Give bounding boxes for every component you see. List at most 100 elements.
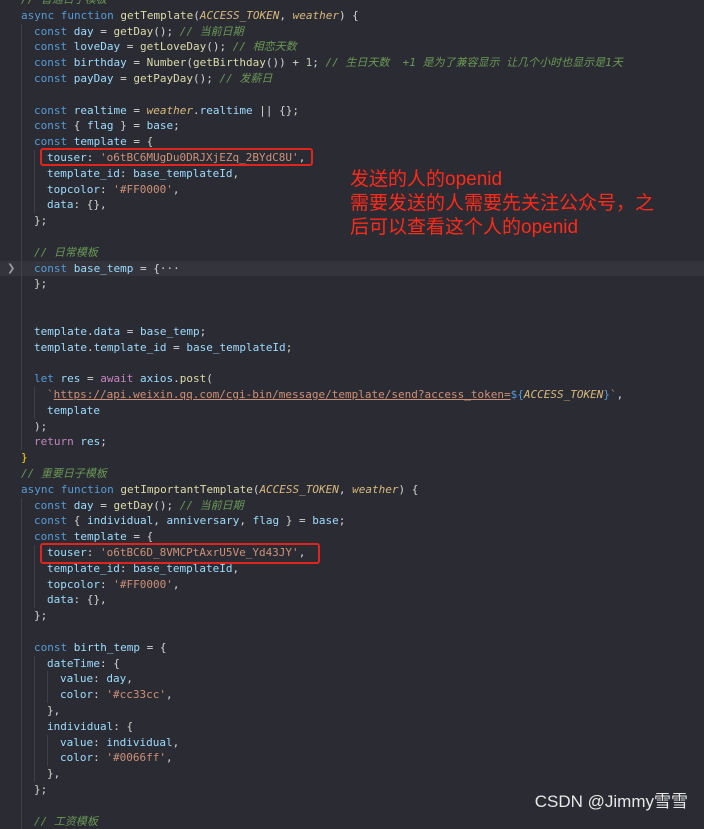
code-token: ; <box>338 514 346 528</box>
code-editor[interactable]: // 普通日子模板async function getTemplate(ACCE… <box>0 0 704 829</box>
code-token: res <box>80 435 101 449</box>
indent-guide <box>21 355 22 372</box>
code-line[interactable]: ❯ const base_temp = {··· <box>0 260 704 277</box>
code-line[interactable]: } <box>0 450 704 466</box>
code-line[interactable]: template.data = base_temp; <box>0 323 704 340</box>
code-line[interactable]: // 重要日子模板 <box>0 466 704 482</box>
code-token: weather <box>292 8 339 22</box>
code-line[interactable]: }, <box>0 703 704 719</box>
fold-chevron-icon[interactable]: ❯ <box>7 261 15 277</box>
code-line[interactable]: return res; <box>0 434 704 451</box>
indent-guide <box>21 624 22 640</box>
code-line[interactable] <box>0 292 704 308</box>
code-token: const <box>34 640 74 654</box>
code-line[interactable]: const payDay = getPayDay(); // 发薪日 <box>0 71 704 87</box>
code-token: value <box>60 672 94 686</box>
code-token: base_temp <box>139 324 200 338</box>
code-token: . <box>86 324 94 338</box>
code-line[interactable]: ); <box>0 418 704 435</box>
code-token: https://api.weixin.qq.com/cgi-bin/messag… <box>53 388 511 401</box>
code-line[interactable]: value: day, <box>0 671 704 688</box>
code-line[interactable]: }, <box>0 766 704 782</box>
code-line[interactable] <box>0 308 704 324</box>
code-line[interactable]: let res = await axios.post( <box>0 371 704 387</box>
code-line[interactable]: template <box>0 402 704 419</box>
code-token: , <box>616 388 624 401</box>
code-line[interactable]: const { individual, anniversary, flag } … <box>0 513 704 530</box>
annotation-line-1: 发送的人的openid <box>350 169 503 190</box>
code-token: const <box>34 514 74 528</box>
code-line[interactable]: individual: { <box>0 718 704 735</box>
indent-guide <box>21 387 22 403</box>
code-line[interactable]: value: individual, <box>0 734 704 751</box>
code-line[interactable]: async function getImportantTemplate(ACCE… <box>0 482 704 498</box>
code-line[interactable]: const { flag } = base; <box>0 118 704 135</box>
indent-guide <box>34 671 35 688</box>
code-text: topcolor: '#FF0000', <box>47 577 179 593</box>
code-line[interactable]: color: '#cc33cc', <box>0 687 704 703</box>
indent-guide <box>21 560 22 577</box>
code-token: }, <box>47 704 61 717</box>
code-line[interactable]: dateTime: { <box>0 655 704 672</box>
code-line[interactable]: const day = getDay(); // 当前日期 <box>0 23 704 40</box>
code-line[interactable]: topcolor: '#FF0000', <box>0 576 704 593</box>
code-line[interactable]: // 普通日子模板 <box>0 0 704 8</box>
code-token: ; <box>100 435 107 449</box>
code-token: , <box>279 8 293 22</box>
indent-guide <box>21 545 22 561</box>
indent-guide <box>21 718 22 735</box>
indent-guide <box>21 339 22 356</box>
code-token: birth_temp <box>73 640 140 654</box>
code-token: ` <box>609 388 617 401</box>
code-line[interactable]: }; <box>0 608 704 624</box>
code-line[interactable]: async function getTemplate(ACCESS_TOKEN,… <box>0 8 704 24</box>
indent-guide <box>34 687 35 703</box>
code-token: loveDay <box>73 40 121 54</box>
code-token: ACCESS_TOKEN <box>523 388 604 401</box>
code-text: dateTime: { <box>47 656 120 672</box>
code-line[interactable]: const birthday = Number(getBirthday()) +… <box>0 55 704 71</box>
code-token: , <box>126 672 133 686</box>
code-line[interactable]: data: {}, <box>0 592 704 609</box>
indent-guide <box>21 150 22 166</box>
code-line[interactable]: const birth_temp = { <box>0 639 704 656</box>
code-token: const <box>34 40 74 54</box>
code-line[interactable]: }; <box>0 276 704 293</box>
code-text: let res = await axios.post( <box>34 371 213 387</box>
code-token: color <box>60 751 94 765</box>
code-token: individual <box>47 719 114 733</box>
code-line[interactable]: template.template_id = base_templateId; <box>0 339 704 356</box>
indent-guide <box>21 165 22 182</box>
code-token: const <box>34 24 74 38</box>
indent-guide <box>21 434 22 451</box>
code-token: topcolor <box>47 182 100 196</box>
code-token: Number <box>146 56 187 70</box>
code-token: await <box>100 372 140 386</box>
code-token: : {}, <box>73 593 107 607</box>
indent-guide <box>21 529 22 545</box>
code-token: const <box>34 103 74 117</box>
code-line[interactable]: // 日常模板 <box>0 244 704 261</box>
code-text: data: {}, <box>47 197 107 213</box>
code-text: } <box>21 450 28 466</box>
code-line[interactable] <box>0 355 704 372</box>
code-token: '#FF0000' <box>113 182 173 196</box>
code-token: : <box>93 751 107 765</box>
code-line[interactable] <box>0 624 704 640</box>
code-line[interactable]: // 工资模板 <box>0 813 704 829</box>
code-line[interactable]: const realtime = weather.realtime || {}; <box>0 102 704 119</box>
code-line[interactable]: const day = getDay(); // 当前日期 <box>0 497 704 514</box>
code-text: const birth_temp = { <box>34 640 166 656</box>
code-token: template <box>73 135 127 149</box>
code-line[interactable]: ` https://api.weixin.qq.com/cgi-bin/messa… <box>0 387 704 403</box>
code-text: const birthday = Number(getBirthday()) +… <box>34 55 623 71</box>
code-text: }, <box>47 766 60 782</box>
code-line[interactable]: color: '#0066ff', <box>0 750 704 767</box>
code-token: // 生日天数 +1 是为了兼容显示 让几个小时也显示是1天 <box>325 56 623 70</box>
code-line[interactable] <box>0 86 704 103</box>
indent-guide <box>47 734 48 751</box>
code-token: // 日常模板 <box>34 245 98 259</box>
code-line[interactable]: const loveDay = getLoveDay(); // 相恋天数 <box>0 39 704 56</box>
code-token: base <box>146 119 174 133</box>
indent-guide <box>21 71 22 87</box>
